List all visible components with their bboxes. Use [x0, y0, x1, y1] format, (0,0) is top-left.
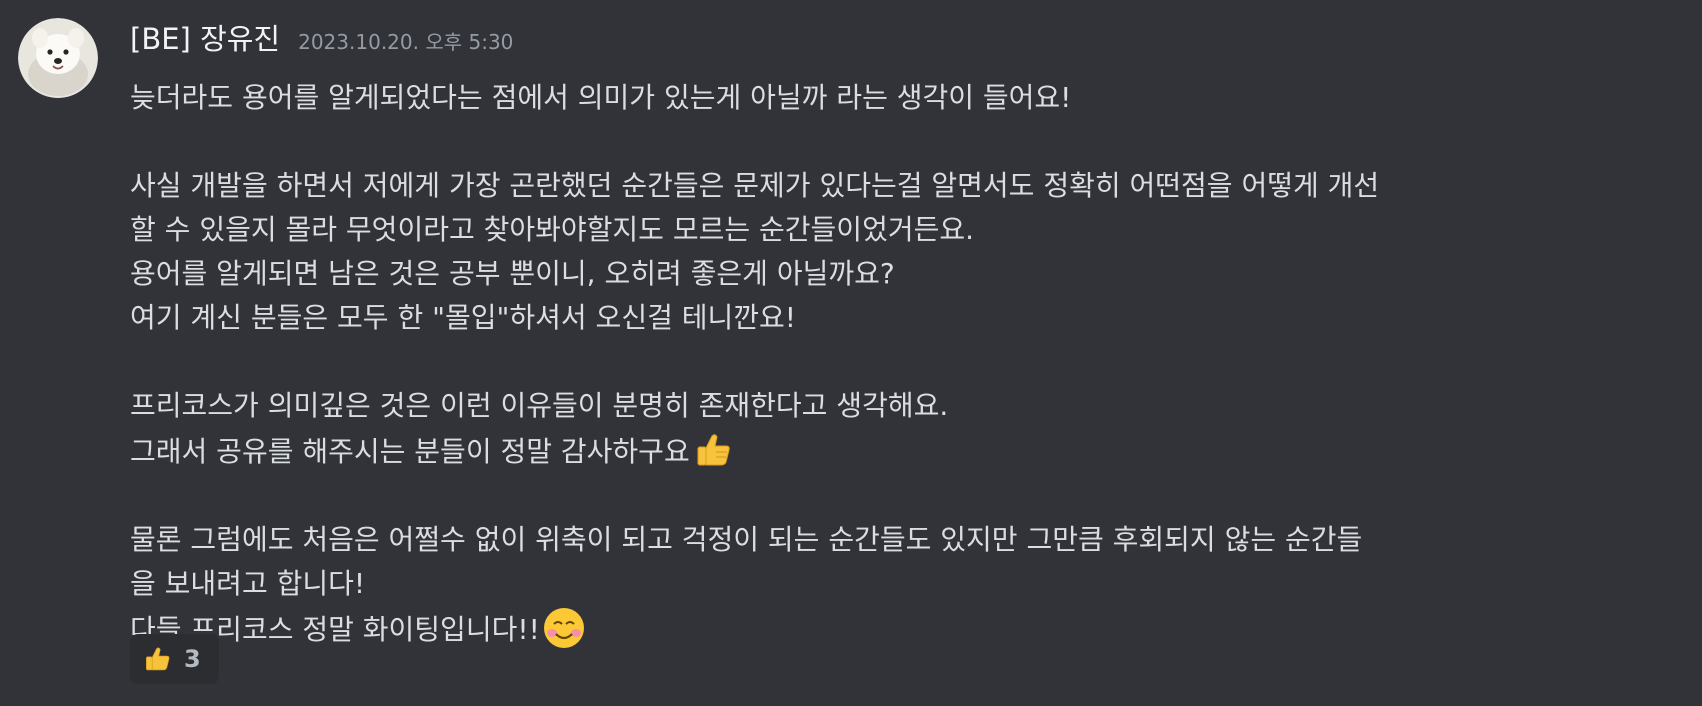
- message-line: 사실 개발을 하면서 저에게 가장 곤란했던 순간들은 문제가 있다는걸 알면서…: [130, 169, 1380, 202]
- smiling-blushing-icon: [542, 606, 586, 650]
- message-content: [BE] 장유진 2023.10.20. 오후 5:30 늦더라도 용어를 알게…: [130, 14, 1680, 652]
- samoyed-avatar-icon: [18, 18, 98, 98]
- message-line: 물론 그럼에도 처음은 어쩔수 없이 위축이 되고 걱정이 되는 순간들도 있지…: [130, 523, 1363, 556]
- message-line-text: 그래서 공유를 해주시는 분들이 정말 감사하구요: [130, 435, 690, 468]
- thumbs-up-reaction-button[interactable]: 3: [130, 634, 219, 684]
- thumbs-up-icon: [142, 643, 174, 675]
- message-line: 프리코스가 의미깊은 것은 이런 이유들이 분명히 존재한다고 생각해요.: [130, 389, 949, 422]
- user-avatar[interactable]: [18, 18, 98, 98]
- message-line: [130, 120, 1650, 164]
- message-header: [BE] 장유진 2023.10.20. 오후 5:30: [130, 14, 1680, 64]
- chat-message: [BE] 장유진 2023.10.20. 오후 5:30 늦더라도 용어를 알게…: [0, 0, 1702, 706]
- message-line: 을 보내려고 합니다!: [130, 567, 366, 600]
- message-line: [130, 474, 1650, 518]
- message-body: 늦더라도 용어를 알게되었다는 점에서 의미가 있는게 아닐까 라는 생각이 들…: [130, 76, 1650, 652]
- message-line-with-emoji: 그래서 공유를 해주시는 분들이 정말 감사하구요: [130, 428, 1650, 474]
- message-line: [130, 340, 1650, 384]
- message-line: 용어를 알게되면 남은 것은 공부 뿐이니, 오히려 좋은게 아닐까요?: [130, 257, 895, 290]
- message-line-with-emoji: 다들 프리코스 정말 화이팅입니다!!: [130, 606, 1650, 652]
- author-username[interactable]: [BE] 장유진: [130, 14, 280, 64]
- message-line: 여기 계신 분들은 모두 한 "몰입"하셔서 오신걸 테니깐요!: [130, 301, 797, 334]
- message-line: 할 수 있을지 몰라 무엇이라고 찾아봐야할지도 모르는 순간들이었거든요.: [130, 213, 975, 246]
- thumbs-up-icon: [692, 428, 736, 472]
- message-line: 늦더라도 용어를 알게되었다는 점에서 의미가 있는게 아닐까 라는 생각이 들…: [130, 81, 1072, 114]
- reaction-count: 3: [184, 645, 201, 673]
- message-timestamp[interactable]: 2023.10.20. 오후 5:30: [298, 17, 513, 67]
